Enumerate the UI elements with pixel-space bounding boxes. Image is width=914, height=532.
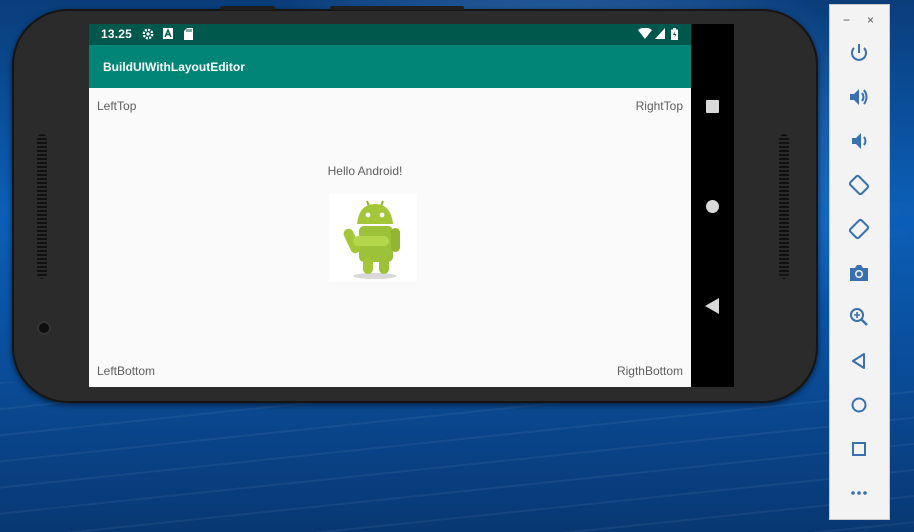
nav-back-icon[interactable]: [705, 298, 719, 314]
back-icon[interactable]: [847, 349, 871, 373]
phone-front-camera: [39, 323, 49, 333]
phone-side-button: [220, 6, 275, 10]
nav-home-icon[interactable]: [706, 200, 719, 213]
settings-icon: [142, 28, 154, 40]
android-nav-bar: [691, 24, 734, 387]
close-button[interactable]: ×: [867, 13, 874, 27]
minimize-button[interactable]: −: [843, 13, 850, 27]
hello-text: Hello Android!: [327, 164, 403, 178]
label-left-bottom: LeftBottom: [97, 364, 156, 378]
phone-speaker-right: [779, 134, 789, 279]
android-image: [329, 194, 417, 282]
volume-down-icon[interactable]: [847, 129, 871, 153]
label-right-bottom: RigthBottom: [616, 364, 683, 378]
sd-card-icon: [184, 28, 193, 40]
device-screen[interactable]: 13.25 BuildUIWithLayoutEditor LeftTop Ri…: [89, 24, 691, 387]
volume-up-icon[interactable]: [847, 85, 871, 109]
desktop-wallpaper-floor: [0, 382, 914, 532]
label-right-top: RightTop: [635, 99, 683, 113]
rotate-right-icon[interactable]: [847, 217, 871, 241]
power-icon[interactable]: [847, 41, 871, 65]
zoom-icon[interactable]: [847, 305, 871, 329]
home-icon[interactable]: [847, 393, 871, 417]
phone-speaker-left: [37, 134, 47, 279]
status-time: 13.25: [101, 27, 133, 41]
phone-volume-button: [330, 6, 464, 10]
cell-signal-icon: [655, 28, 665, 39]
label-left-top: LeftTop: [97, 99, 137, 113]
notification-a-icon: [163, 28, 173, 39]
android-robot-icon: [343, 200, 400, 279]
app-bar: BuildUIWithLayoutEditor: [89, 45, 691, 88]
emulator-toolbar: − ×: [829, 4, 890, 520]
rotate-left-icon[interactable]: [847, 173, 871, 197]
app-title: BuildUIWithLayoutEditor: [103, 60, 245, 74]
battery-icon: [671, 28, 678, 40]
overview-icon[interactable]: [847, 437, 871, 461]
wifi-icon: [638, 28, 652, 39]
status-bar: 13.25: [89, 24, 691, 45]
more-icon[interactable]: [847, 481, 871, 505]
nav-overview-icon[interactable]: [706, 100, 719, 113]
camera-icon[interactable]: [847, 261, 871, 285]
